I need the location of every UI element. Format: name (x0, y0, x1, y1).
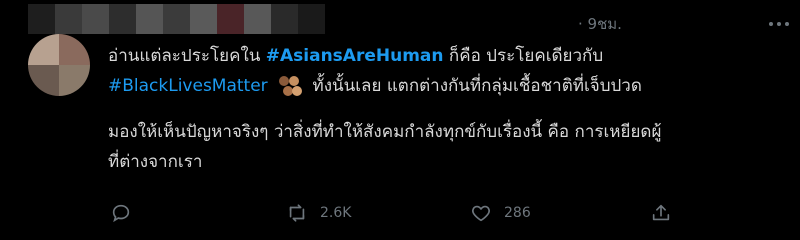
text-segment: อ่านแต่ละประโยคใน (108, 46, 266, 66)
reply-button[interactable] (110, 198, 132, 228)
heart-icon (472, 205, 490, 222)
tweet-line-3: มองให้เห็นปัญหาจริงๆ ว่าสิ่งที่ทำให้สังค… (108, 122, 662, 142)
text-segment: ก็คือ ประโยคเดียวกับ (443, 46, 604, 66)
tweet-line-2: #BlackLivesMatter ทั้งนั้นเลย แตกต่างกัน… (108, 71, 788, 101)
like-button[interactable]: 286 (470, 198, 531, 228)
ellipsis-icon[interactable] (768, 14, 790, 34)
tweet-timestamp[interactable]: · 9ชม. (578, 12, 622, 36)
share-icon (652, 204, 670, 221)
hashtag-asiansarehuman[interactable]: #AsiansAreHuman (266, 46, 444, 66)
tweet-text: อ่านแต่ละประโยคใน #AsiansAreHuman ก็คือ … (108, 41, 788, 177)
avatar[interactable] (28, 34, 90, 96)
share-button[interactable] (650, 198, 672, 228)
hashtag-blacklivesmatter[interactable]: #BlackLivesMatter (108, 76, 268, 96)
like-count: 286 (504, 205, 531, 221)
reply-icon (112, 204, 130, 223)
tweet-line-1: อ่านแต่ละประโยคใน #AsiansAreHuman ก็คือ … (108, 41, 788, 71)
retweet-button[interactable]: 2.6K (286, 198, 351, 228)
tweet-card[interactable]: · 9ชม. อ่านแต่ละประโยคใน #AsiansAreHuman… (0, 0, 800, 240)
retweet-count: 2.6K (320, 205, 352, 221)
text-segment: ทั้งนั้นเลย แตกต่างกันที่กลุ่มเชื้อชาติท… (307, 76, 642, 96)
tweet-line-4: ที่ต่างจากเรา (108, 152, 203, 172)
raised-fists-emoji-icon (277, 74, 303, 98)
retweet-icon (289, 204, 305, 222)
tweet-actions: 2.6K 286 (108, 198, 670, 228)
pixelated-header-image (28, 4, 325, 34)
